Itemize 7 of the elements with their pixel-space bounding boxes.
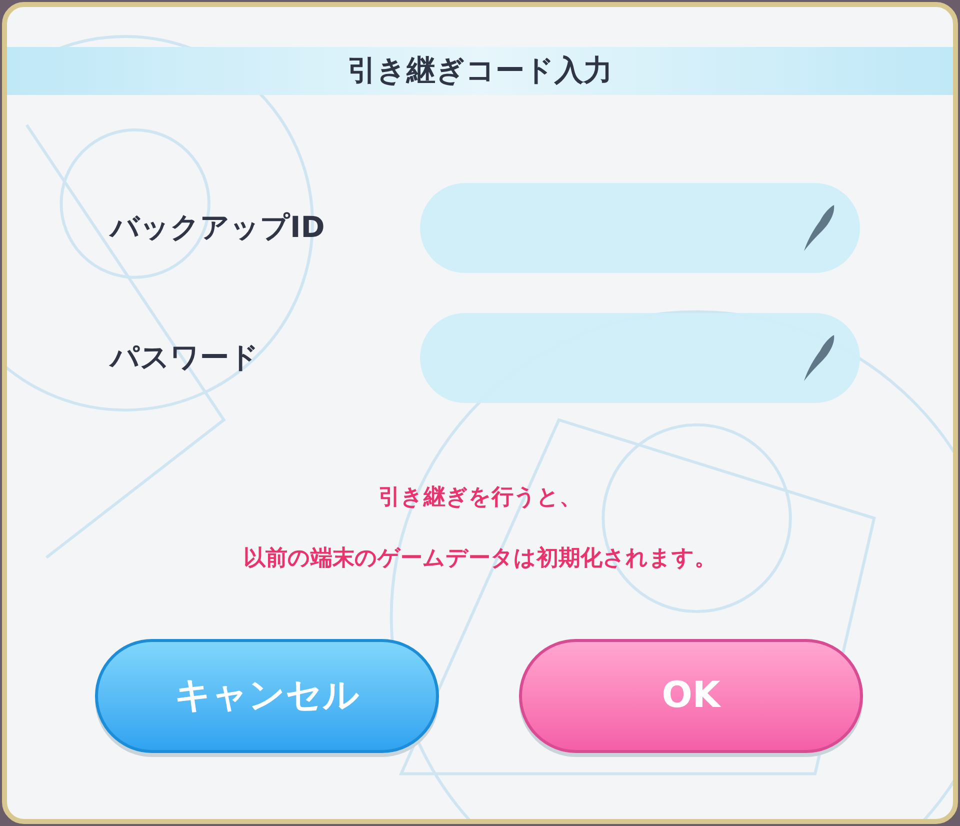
field-label: パスワード <box>110 339 259 376</box>
feather-icon <box>802 203 836 253</box>
warning-text: 引き継ぎを行うと、 <box>378 484 582 512</box>
dialog-title: 引き継ぎコード入力 <box>348 52 612 90</box>
feather-icon <box>802 333 836 383</box>
field-label: バックアップID <box>110 209 325 246</box>
warning-text: 以前の端末のゲームデータは初期化されます。 <box>244 545 716 573</box>
